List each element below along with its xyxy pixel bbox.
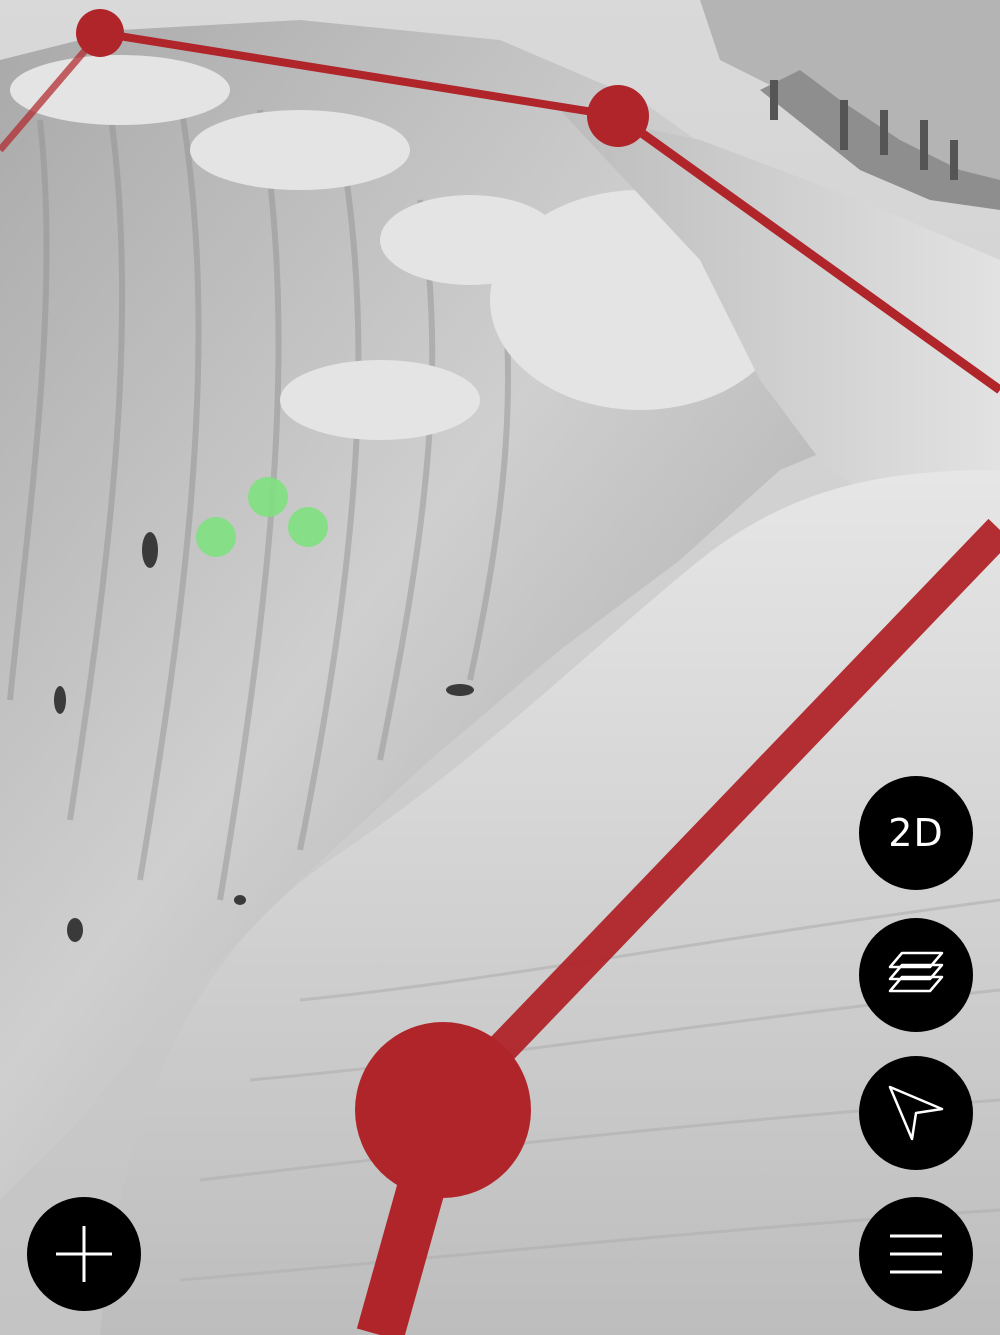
route-waypoint-selected[interactable]	[355, 1022, 531, 1198]
locate-button[interactable]	[859, 1056, 973, 1170]
route-waypoint[interactable]	[587, 85, 649, 147]
hamburger-menu-icon	[890, 1234, 942, 1274]
route-segment	[99, 29, 619, 120]
menu-button[interactable]	[859, 1197, 973, 1311]
plus-icon	[56, 1226, 112, 1282]
poi-marker[interactable]	[248, 477, 288, 517]
layers-button[interactable]	[859, 918, 973, 1032]
poi-marker[interactable]	[196, 517, 236, 557]
view-2d-toggle-button[interactable]: 2D	[859, 776, 973, 890]
view-toggle-label: 2D	[888, 811, 944, 855]
add-button[interactable]	[27, 1197, 141, 1311]
route-waypoint[interactable]	[76, 9, 124, 57]
poi-marker[interactable]	[288, 507, 328, 547]
route-segment	[615, 112, 1000, 394]
layers-icon	[888, 951, 944, 993]
navigation-arrow-icon	[888, 1085, 944, 1141]
route-overlay	[0, 9, 1000, 1335]
map-3d-view[interactable]: 2D	[0, 0, 1000, 1335]
